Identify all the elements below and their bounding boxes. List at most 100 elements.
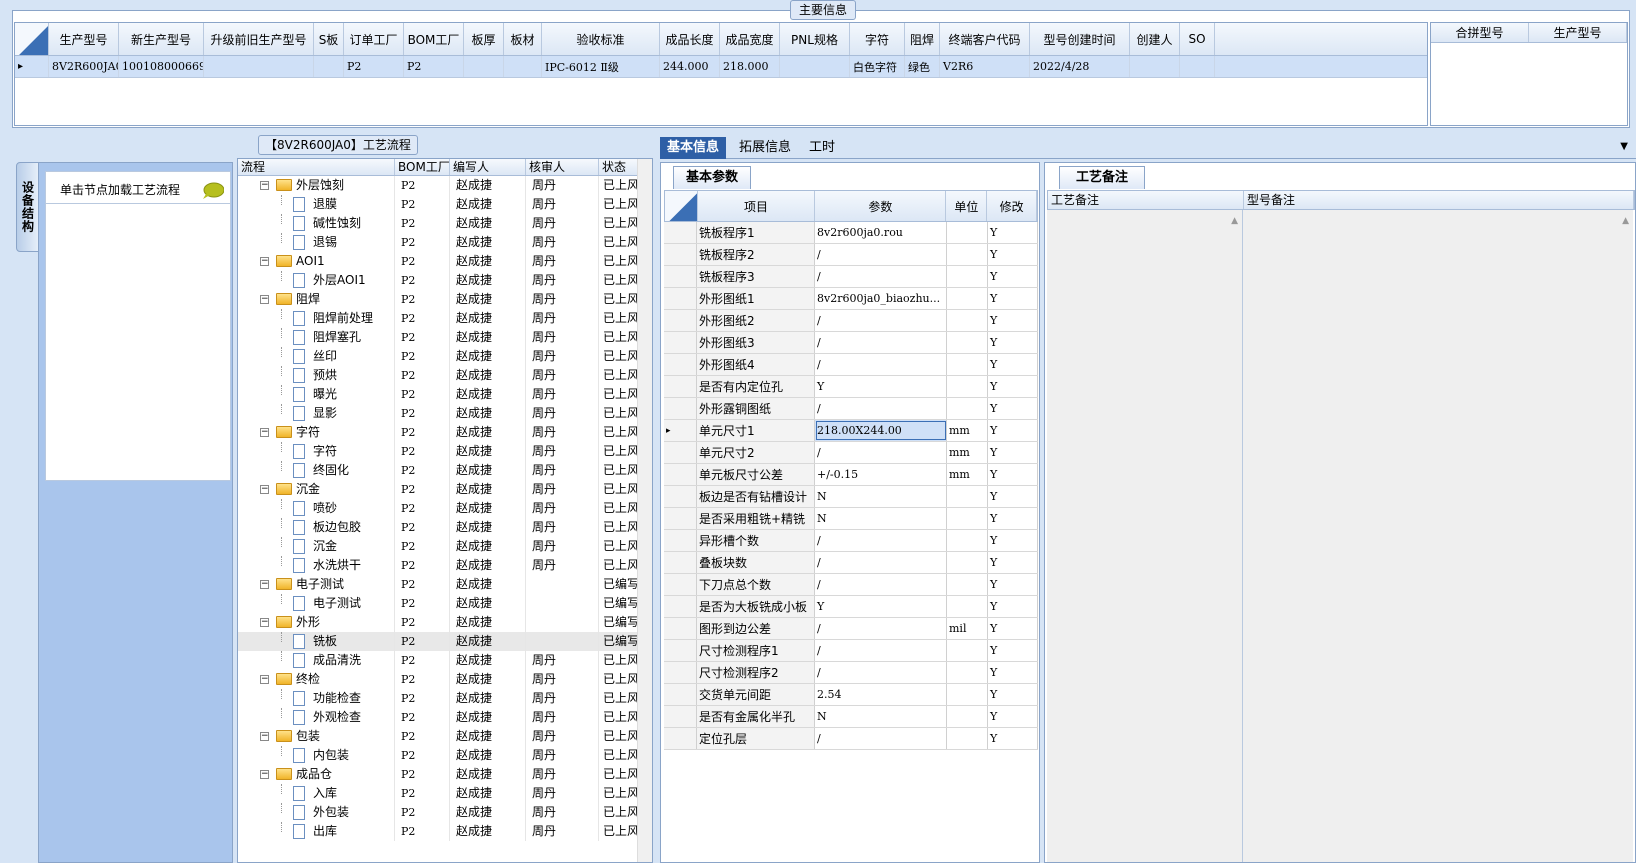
param-row[interactable]: 外形图纸2/ Y xyxy=(664,310,1038,332)
main-cell[interactable]: P2 xyxy=(344,56,404,77)
main-col-header[interactable]: SO xyxy=(1180,23,1215,55)
tree-node[interactable]: 铣板 xyxy=(238,632,395,651)
main-cell[interactable] xyxy=(504,56,542,77)
tree-row[interactable]: 喷砂 P2 赵成捷 周丹 已上风 xyxy=(238,499,652,518)
main-info-row[interactable]: ▸8V2R600JA010010800066910 P2P2 IPC-6012 Ⅱ级… xyxy=(15,56,1427,78)
tree-node[interactable]: − 电子测试 xyxy=(238,575,395,594)
main-cell[interactable] xyxy=(1180,56,1215,77)
collapse-icon[interactable]: − xyxy=(260,732,269,741)
tree-row[interactable]: 终固化 P2 赵成捷 周丹 已上风 xyxy=(238,461,652,480)
param-edit-flag[interactable]: Y xyxy=(988,354,1038,375)
tree-row[interactable]: 显影 P2 赵成捷 周丹 已上风 xyxy=(238,404,652,423)
param-value[interactable]: / xyxy=(815,728,947,749)
tree-row[interactable]: − 外形 P2 赵成捷 已编写 xyxy=(238,613,652,632)
col-reviewer[interactable]: 核审人 xyxy=(526,159,599,175)
collapse-icon[interactable]: − xyxy=(260,295,269,304)
param-edit-flag[interactable]: Y xyxy=(988,574,1038,595)
param-edit-flag[interactable]: Y xyxy=(988,684,1038,705)
main-col-header[interactable]: 订单工厂 xyxy=(344,23,404,55)
collapse-icon[interactable]: − xyxy=(260,485,269,494)
tree-node[interactable]: − 外形 xyxy=(238,613,395,632)
param-edit-flag[interactable]: Y xyxy=(988,508,1038,529)
tree-row[interactable]: 阻焊前处理 P2 赵成捷 周丹 已上风 xyxy=(238,309,652,328)
proc-note-textarea[interactable]: ▲ xyxy=(1047,210,1243,862)
tree-node[interactable]: 成品清洗 xyxy=(238,651,395,670)
col-status[interactable]: 状态 xyxy=(599,159,638,175)
tree-node[interactable]: − 包装 xyxy=(238,727,395,746)
main-col-header[interactable]: BOM工厂 xyxy=(404,23,464,55)
param-row[interactable]: 外形图纸3/ Y xyxy=(664,332,1038,354)
param-value[interactable]: / xyxy=(815,640,947,661)
tree-node[interactable]: 阻焊前处理 xyxy=(238,309,395,328)
main-col-header[interactable]: 板材 xyxy=(504,23,542,55)
tree-row[interactable]: 外包装 P2 赵成捷 周丹 已上风 xyxy=(238,803,652,822)
tree-node[interactable]: 出库 xyxy=(238,822,395,841)
tree-node[interactable]: 内包装 xyxy=(238,746,395,765)
param-row[interactable]: 单元板尺寸公差 +/-0.15 mm Y xyxy=(664,464,1038,486)
tree-node[interactable]: 外观检查 xyxy=(238,708,395,727)
col-edit[interactable]: 修改 xyxy=(987,191,1037,221)
main-col-header[interactable]: 升级前旧生产型号 xyxy=(204,23,314,55)
main-col-header[interactable]: 成品宽度 xyxy=(720,23,780,55)
main-col-header[interactable]: 阻焊 xyxy=(905,23,940,55)
main-cell[interactable]: P2 xyxy=(404,56,464,77)
param-row[interactable]: 是否有金属化半孔 N Y xyxy=(664,706,1038,728)
param-row[interactable]: 外形图纸1 8v2r600ja0_biaozhu... Y xyxy=(664,288,1038,310)
param-edit-flag[interactable]: Y xyxy=(988,486,1038,507)
param-edit-flag[interactable]: Y xyxy=(988,266,1038,287)
tree-row[interactable]: 曝光 P2 赵成捷 周丹 已上风 xyxy=(238,385,652,404)
collapse-icon[interactable]: − xyxy=(260,580,269,589)
param-row[interactable]: 是否有内定位孔 Y Y xyxy=(664,376,1038,398)
tab-extended-info[interactable]: 拓展信息 xyxy=(732,137,798,159)
param-row[interactable]: 单元尺寸2/mm Y xyxy=(664,442,1038,464)
main-cell[interactable] xyxy=(204,56,314,77)
param-row[interactable]: 交货单元间距 2.54 Y xyxy=(664,684,1038,706)
param-row[interactable]: ▸ 单元尺寸1 218.00X244.00 mm Y xyxy=(664,420,1038,442)
main-col-header[interactable]: S板 xyxy=(314,23,344,55)
tree-row[interactable]: 板边包胶 P2 赵成捷 周丹 已上风 xyxy=(238,518,652,537)
tree-node[interactable]: 退锡 xyxy=(238,233,395,252)
tree-node[interactable]: 终固化 xyxy=(238,461,395,480)
param-row[interactable]: 尺寸检测程序2/ Y xyxy=(664,662,1038,684)
main-cell[interactable] xyxy=(464,56,504,77)
main-col-header[interactable]: PNL规格 xyxy=(780,23,850,55)
main-cell[interactable]: 白色字符 xyxy=(850,56,905,77)
tree-node[interactable]: − 外层蚀刻 xyxy=(238,176,395,195)
main-cell[interactable]: 10010800066910 xyxy=(119,56,204,77)
main-cell[interactable]: IPC-6012 Ⅱ级 xyxy=(542,56,660,77)
equipment-tree-area[interactable] xyxy=(45,203,231,481)
param-edit-flag[interactable]: Y xyxy=(988,596,1038,617)
tree-node[interactable]: 外层AOI1 xyxy=(238,271,395,290)
tree-node[interactable]: 功能检查 xyxy=(238,689,395,708)
tree-row[interactable]: 预烘 P2 赵成捷 周丹 已上风 xyxy=(238,366,652,385)
param-value[interactable]: N xyxy=(815,706,947,727)
tree-node[interactable]: 水洗烘干 xyxy=(238,556,395,575)
main-col-header[interactable]: 验收标准 xyxy=(542,23,660,55)
param-value[interactable]: 8v2r600ja0_biaozhu... xyxy=(815,288,947,309)
main-col-header[interactable]: 终端客户代码 xyxy=(940,23,1030,55)
param-value[interactable]: / xyxy=(815,618,947,639)
collapse-icon[interactable]: − xyxy=(260,618,269,627)
tree-row[interactable]: − 字符 P2 赵成捷 周丹 已上风 xyxy=(238,423,652,442)
main-col-header[interactable]: 成品长度 xyxy=(660,23,720,55)
param-value[interactable]: / xyxy=(815,530,947,551)
col-writer[interactable]: 编写人 xyxy=(450,159,526,175)
tree-node[interactable]: 外包装 xyxy=(238,803,395,822)
collapse-icon[interactable]: − xyxy=(260,675,269,684)
tree-row[interactable]: 碱性蚀刻 P2 赵成捷 周丹 已上风 xyxy=(238,214,652,233)
param-value[interactable]: 8v2r600ja0.rou xyxy=(815,222,947,243)
param-row[interactable]: 尺寸检测程序1/ Y xyxy=(664,640,1038,662)
tree-row[interactable]: 铣板 P2 赵成捷 已编写 xyxy=(238,632,652,651)
tree-row[interactable]: − 包装 P2 赵成捷 周丹 已上风 xyxy=(238,727,652,746)
tree-row[interactable]: 成品清洗 P2 赵成捷 周丹 已上风 xyxy=(238,651,652,670)
param-value[interactable]: / xyxy=(815,574,947,595)
merge-col-header[interactable]: 合拼型号 xyxy=(1431,23,1529,42)
tree-node[interactable]: − 成品仓 xyxy=(238,765,395,784)
tree-node[interactable]: 显影 xyxy=(238,404,395,423)
tree-row[interactable]: − AOI1 P2 赵成捷 周丹 已上风 xyxy=(238,252,652,271)
param-value[interactable]: / xyxy=(815,354,947,375)
param-value[interactable]: / xyxy=(815,398,947,419)
param-edit-flag[interactable]: Y xyxy=(988,332,1038,353)
tree-row[interactable]: 字符 P2 赵成捷 周丹 已上风 xyxy=(238,442,652,461)
tree-row[interactable]: 退锡 P2 赵成捷 周丹 已上风 xyxy=(238,233,652,252)
